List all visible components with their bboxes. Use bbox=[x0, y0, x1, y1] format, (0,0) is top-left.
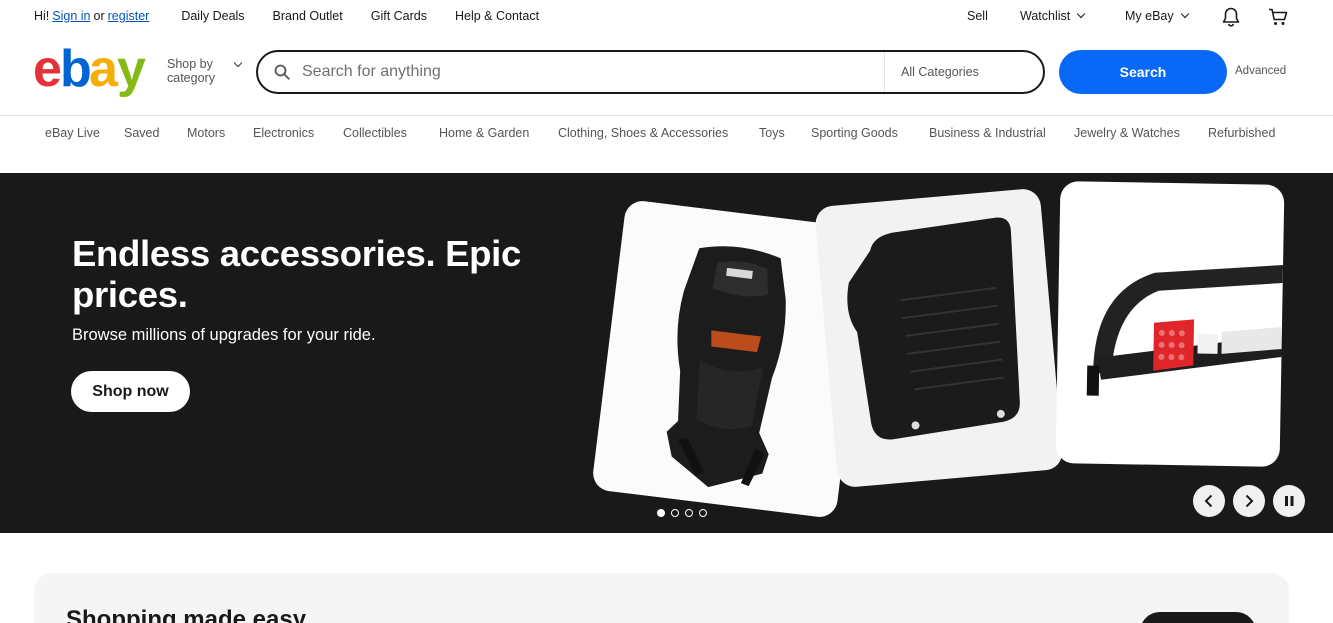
promo-cta-button[interactable] bbox=[1140, 612, 1256, 623]
nav-item-clothing[interactable]: Clothing, Shoes & Accessories bbox=[558, 126, 728, 140]
shop-by-category-button[interactable]: Shop by category bbox=[167, 57, 243, 85]
search-input[interactable] bbox=[302, 60, 872, 84]
top-right-links: Sell Watchlist My eBay bbox=[0, 7, 1333, 29]
svg-text:a: a bbox=[89, 42, 119, 98]
category-label: category bbox=[167, 71, 215, 85]
cart-icon[interactable] bbox=[1268, 8, 1288, 26]
chevron-right-icon bbox=[1245, 494, 1254, 508]
search-bar: All Categories bbox=[256, 50, 1045, 94]
hero-banner: Endless accessories. Epic prices. Browse… bbox=[0, 173, 1333, 533]
chevron-left-icon bbox=[1204, 494, 1213, 508]
category-select[interactable]: All Categories bbox=[884, 52, 1043, 92]
advanced-search-link[interactable]: Advanced bbox=[1235, 65, 1286, 77]
category-nav: eBay Live Saved Motors Electronics Colle… bbox=[0, 116, 1333, 150]
sell-link[interactable]: Sell bbox=[967, 9, 988, 23]
pause-icon bbox=[1285, 496, 1294, 506]
search-button[interactable]: Search bbox=[1059, 50, 1227, 94]
svg-text:e: e bbox=[33, 42, 61, 98]
hero-headline: Endless accessories. Epic prices. bbox=[72, 233, 522, 315]
bull-bar-image[interactable] bbox=[1055, 181, 1285, 467]
nav-item-motors[interactable]: Motors bbox=[187, 126, 225, 140]
slide-dot-2[interactable] bbox=[671, 509, 679, 517]
ebay-logo[interactable]: e b a y bbox=[33, 40, 153, 98]
nav-item-ebay-live[interactable]: eBay Live bbox=[45, 126, 100, 140]
chevron-down-icon bbox=[1077, 9, 1086, 19]
my-ebay-label: My eBay bbox=[1125, 9, 1174, 23]
chevron-down-icon bbox=[1180, 9, 1189, 19]
shop-by-label: Shop by bbox=[167, 57, 213, 71]
chevron-down-icon bbox=[233, 58, 243, 68]
nav-item-sporting-goods[interactable]: Sporting Goods bbox=[811, 126, 898, 140]
watchlist-label: Watchlist bbox=[1020, 9, 1071, 23]
shopping-made-easy-section: Shopping made easy bbox=[34, 573, 1289, 623]
svg-text:y: y bbox=[117, 42, 146, 98]
previous-slide-button[interactable] bbox=[1193, 485, 1225, 517]
header: e b a y Shop by category All Categories … bbox=[0, 34, 1333, 116]
nav-item-collectibles[interactable]: Collectibles bbox=[343, 126, 407, 140]
shop-now-button[interactable]: Shop now bbox=[71, 371, 190, 412]
section-heading: Shopping made easy bbox=[66, 606, 307, 623]
slide-dot-3[interactable] bbox=[685, 509, 693, 517]
nav-item-home-garden[interactable]: Home & Garden bbox=[439, 126, 529, 140]
my-ebay-menu[interactable]: My eBay bbox=[1125, 9, 1189, 23]
svg-text:b: b bbox=[60, 42, 90, 98]
nav-item-refurbished[interactable]: Refurbished bbox=[1208, 126, 1275, 140]
watchlist-menu[interactable]: Watchlist bbox=[1020, 9, 1086, 23]
floor-mat-image[interactable] bbox=[814, 187, 1064, 489]
notification-bell-icon[interactable] bbox=[1222, 7, 1240, 27]
nav-item-business-industrial[interactable]: Business & Industrial bbox=[929, 126, 1046, 140]
nav-item-toys[interactable]: Toys bbox=[759, 126, 785, 140]
search-icon bbox=[274, 64, 290, 80]
next-slide-button[interactable] bbox=[1233, 485, 1265, 517]
slide-dot-1[interactable] bbox=[657, 509, 665, 517]
slide-indicators bbox=[657, 509, 713, 517]
nav-item-saved[interactable]: Saved bbox=[124, 126, 159, 140]
top-utility-bar: Hi! Sign in or register Daily Deals Bran… bbox=[0, 0, 1333, 34]
pause-slideshow-button[interactable] bbox=[1273, 485, 1305, 517]
slide-dot-4[interactable] bbox=[699, 509, 707, 517]
nav-item-electronics[interactable]: Electronics bbox=[253, 126, 314, 140]
hero-subtitle: Browse millions of upgrades for your rid… bbox=[72, 326, 376, 344]
nav-item-jewelry-watches[interactable]: Jewelry & Watches bbox=[1074, 126, 1180, 140]
